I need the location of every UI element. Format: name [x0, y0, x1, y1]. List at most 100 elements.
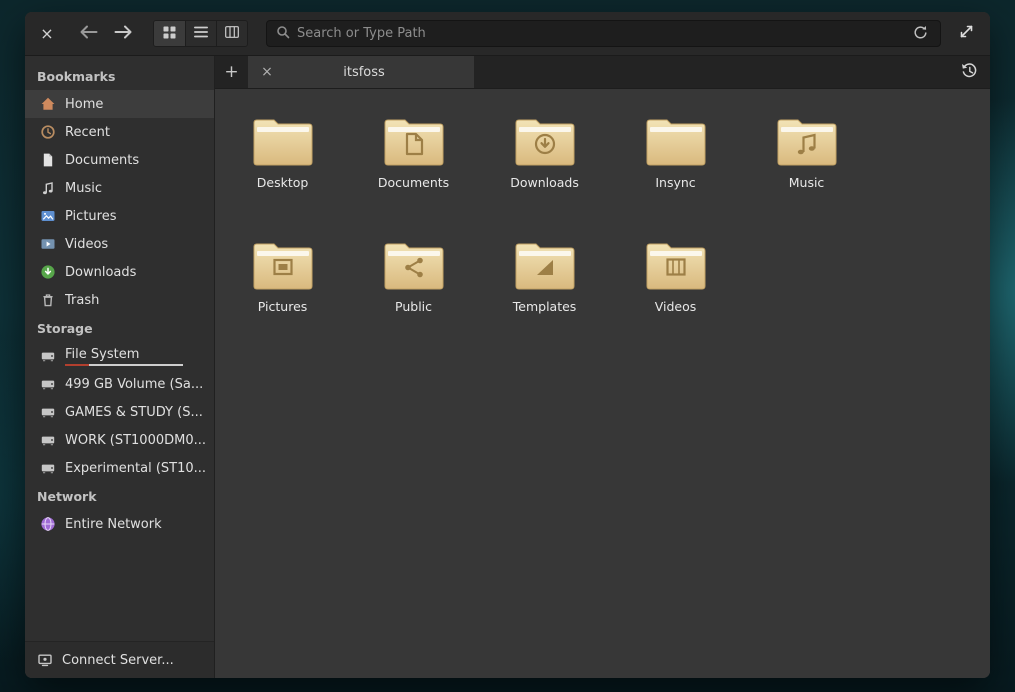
history-button[interactable] — [948, 56, 990, 88]
grid-view-icon — [163, 26, 176, 42]
file-name: Videos — [655, 299, 697, 314]
sidebar-item-499-gb-volume-sa[interactable]: 499 GB Volume (Sa... — [25, 370, 214, 398]
sidebar: BookmarksHomeRecentDocumentsMusicPicture… — [25, 56, 215, 678]
main-panel: + × itsfoss Desktop Documents — [215, 56, 990, 678]
section-header-storage: Storage — [25, 314, 214, 342]
fullscreen-button[interactable] — [952, 20, 980, 48]
sidebar-item-music[interactable]: Music — [25, 174, 214, 202]
connect-server-label: Connect Server... — [62, 653, 174, 668]
network-icon — [40, 516, 56, 532]
file-item-documents[interactable]: Documents — [348, 103, 479, 227]
refresh-button[interactable] — [909, 23, 931, 45]
section-header-network: Network — [25, 482, 214, 510]
fullscreen-icon — [959, 24, 974, 43]
folder-icon — [514, 239, 576, 291]
sidebar-item-label: Experimental (ST10... — [65, 461, 206, 476]
pictures-icon — [40, 208, 56, 224]
tab-close-button[interactable]: × — [258, 64, 276, 80]
sidebar-item-label: Documents — [65, 153, 139, 168]
sidebar-item-label: 499 GB Volume (Sa... — [65, 377, 203, 392]
sidebar-item-documents[interactable]: Documents — [25, 146, 214, 174]
file-item-desktop[interactable]: Desktop — [217, 103, 348, 227]
sidebar-item-downloads[interactable]: Downloads — [25, 258, 214, 286]
tab-itsfoss[interactable]: × itsfoss — [248, 56, 474, 88]
drive-icon — [40, 460, 56, 476]
sidebar-item-games-study-s[interactable]: GAMES & STUDY (S... — [25, 398, 214, 426]
folder-icon — [383, 239, 445, 291]
sidebar-item-recent[interactable]: Recent — [25, 118, 214, 146]
disk-usage-fill — [65, 364, 89, 366]
file-name: Insync — [655, 175, 695, 190]
file-item-insync[interactable]: Insync — [610, 103, 741, 227]
column-view-icon — [225, 26, 239, 41]
folder-icon — [514, 115, 576, 167]
file-name: Public — [395, 299, 432, 314]
sidebar-item-label: GAMES & STUDY (S... — [65, 405, 203, 420]
back-button[interactable] — [75, 20, 103, 48]
server-icon — [37, 652, 53, 668]
file-item-downloads[interactable]: Downloads — [479, 103, 610, 227]
search-input[interactable] — [297, 26, 902, 41]
sidebar-item-experimental-st10[interactable]: Experimental (ST10... — [25, 454, 214, 482]
column-view-button[interactable] — [216, 21, 247, 46]
window-close-button[interactable]: × — [35, 20, 59, 48]
downloads-icon — [40, 264, 56, 280]
folder-icon — [383, 115, 445, 167]
sidebar-item-label: Music — [65, 181, 102, 196]
sidebar-item-work-st1000dm0[interactable]: WORK (ST1000DM0... — [25, 426, 214, 454]
sidebar-item-pictures[interactable]: Pictures — [25, 202, 214, 230]
sidebar-item-label: Home — [65, 97, 103, 112]
list-view-icon — [194, 26, 208, 41]
search-icon — [276, 24, 290, 43]
sidebar-item-videos[interactable]: Videos — [25, 230, 214, 258]
file-name: Downloads — [510, 175, 579, 190]
sidebar-item-label: Downloads — [65, 265, 136, 280]
refresh-icon — [913, 25, 928, 43]
drive-icon — [40, 432, 56, 448]
sidebar-item-label: Recent — [65, 125, 110, 140]
sidebar-item-label: Pictures — [65, 209, 116, 224]
toolbar: × — [25, 12, 990, 56]
back-arrow-icon — [79, 24, 99, 43]
sidebar-item-label: Trash — [65, 293, 99, 308]
list-view-button[interactable] — [185, 21, 216, 46]
file-item-pictures[interactable]: Pictures — [217, 227, 348, 351]
tab-label: itsfoss — [282, 65, 464, 80]
icon-view-button[interactable] — [154, 21, 185, 46]
file-name: Music — [789, 175, 825, 190]
recent-icon — [40, 124, 56, 140]
sidebar-item-entire-network[interactable]: Entire Network — [25, 510, 214, 538]
file-item-videos[interactable]: Videos — [610, 227, 741, 351]
forward-arrow-icon — [113, 24, 133, 43]
view-mode-switcher — [153, 20, 248, 47]
file-manager-window: × Bo — [25, 12, 990, 678]
disk-usage-bar — [65, 364, 183, 366]
file-name: Documents — [378, 175, 449, 190]
history-icon — [961, 63, 978, 82]
folder-icon — [645, 115, 707, 167]
drive-icon — [40, 348, 56, 364]
sidebar-item-file-system[interactable]: File System — [25, 342, 214, 370]
forward-button[interactable] — [109, 20, 137, 48]
connect-server-button[interactable]: Connect Server... — [25, 641, 214, 678]
file-name: Desktop — [257, 175, 309, 190]
sidebar-item-label: Entire Network — [65, 517, 162, 532]
folder-icon — [252, 115, 314, 167]
sidebar-item-trash[interactable]: Trash — [25, 286, 214, 314]
trash-icon — [40, 292, 56, 308]
file-item-public[interactable]: Public — [348, 227, 479, 351]
sidebar-item-label: File System — [65, 347, 183, 362]
file-item-templates[interactable]: Templates — [479, 227, 610, 351]
sidebar-item-home[interactable]: Home — [25, 90, 214, 118]
sidebar-item-label: Videos — [65, 237, 108, 252]
sidebar-item-label: WORK (ST1000DM0... — [65, 433, 206, 448]
music-icon — [40, 180, 56, 196]
search-bar[interactable] — [266, 20, 941, 47]
folder-icon — [645, 239, 707, 291]
window-body: BookmarksHomeRecentDocumentsMusicPicture… — [25, 56, 990, 678]
new-tab-button[interactable]: + — [215, 56, 248, 88]
folder-icon — [776, 115, 838, 167]
file-name: Pictures — [258, 299, 308, 314]
file-item-music[interactable]: Music — [741, 103, 872, 227]
file-grid: Desktop Documents Downloads Insync Music — [215, 89, 990, 678]
